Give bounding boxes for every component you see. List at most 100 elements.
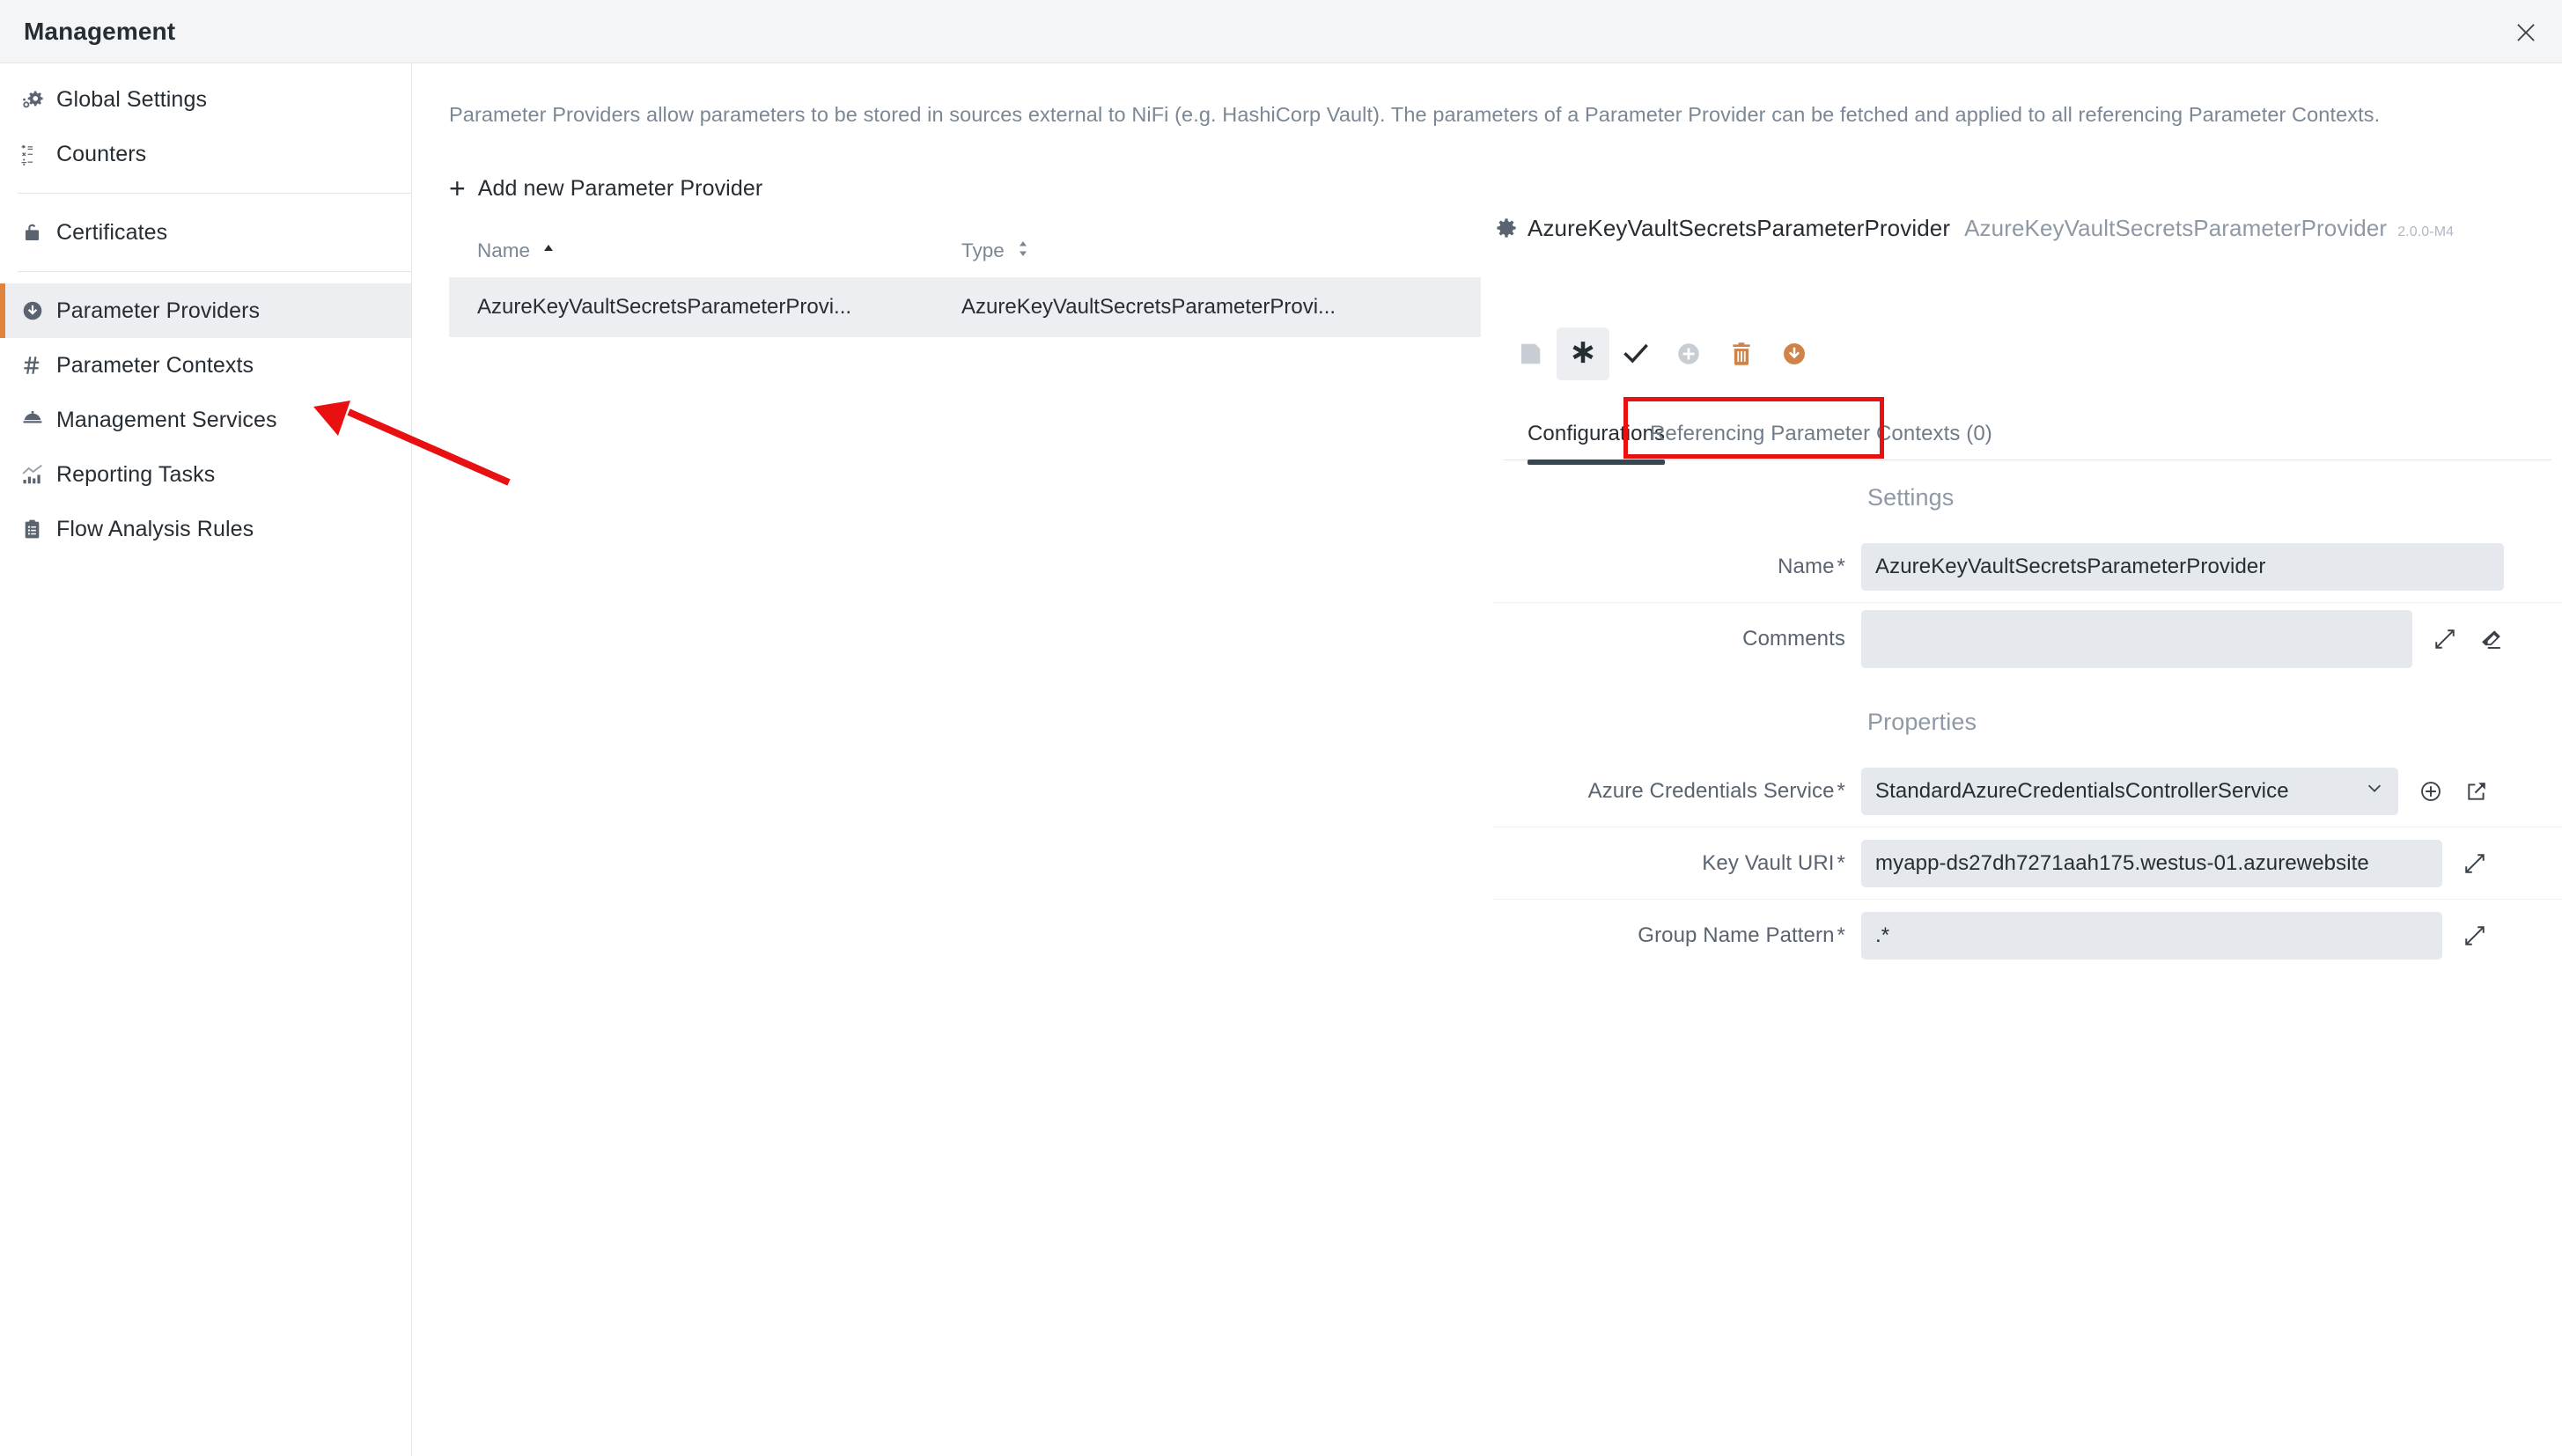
field-label-key-vault-uri: Key Vault URI * (1493, 851, 1861, 876)
table-header-row: Name Type (449, 239, 1481, 277)
sidebar-item-parameter-contexts[interactable]: Parameter Contexts (0, 338, 411, 393)
group-name-pattern-icons (2460, 921, 2490, 951)
field-label-key-vault-uri-text: Key Vault URI (1702, 850, 1835, 875)
sidebar-item-flow-analysis-rules[interactable]: Flow Analysis Rules (0, 502, 411, 556)
detail-tabs: Configurations Referencing Parameter Con… (1504, 397, 2551, 465)
field-control-group-name-pattern: .* (1861, 912, 2562, 960)
properties-section-title: Properties (1867, 709, 1977, 735)
detail-provider-name: AzureKeyVaultSecretsParameterProvider (1528, 215, 1951, 241)
add-parameter-provider-label: Add new Parameter Provider (477, 175, 763, 201)
counters-icon (21, 143, 56, 165)
sidebar-item-counters[interactable]: Counters (0, 127, 411, 181)
sidebar-item-label: Parameter Providers (56, 298, 261, 323)
azure-credentials-service-value: StandardAzureCredentialsControllerServic… (1875, 778, 2289, 803)
azure-credentials-service-icons (2416, 776, 2492, 806)
dialog-titlebar: Management (0, 0, 2562, 63)
required-marker: * (1837, 923, 1845, 947)
provider-detail-panel: AzureKeyVaultSecretsParameterProvider Az… (1493, 63, 2562, 1456)
field-control-key-vault-uri: myapp-ds27dh7271aah175.westus-01.azurewe… (1861, 839, 2562, 887)
service-bell-icon (21, 408, 56, 431)
chart-icon (21, 463, 56, 486)
plus-icon: + (449, 173, 466, 204)
dialog-title: Management (24, 17, 176, 45)
sidebar-item-certificates[interactable]: Certificates (0, 205, 411, 260)
field-control-name: AzureKeyVaultSecretsParameterProvider (1861, 542, 2562, 591)
field-label-comments-text: Comments (1742, 627, 1845, 651)
field-row-azure-credentials-service: Azure Credentials Service * StandardAzure… (1493, 755, 2562, 827)
delete-button[interactable] (1715, 327, 1768, 380)
column-header-name-label: Name (477, 239, 531, 261)
apply-button[interactable] (1609, 327, 1662, 380)
clipboard-icon (21, 518, 56, 540)
eraser-icon[interactable] (2476, 624, 2506, 654)
save-button[interactable] (1504, 327, 1557, 380)
fetch-button[interactable] (1768, 327, 1821, 380)
detail-header: AzureKeyVaultSecretsParameterProvider Az… (1493, 63, 2562, 242)
field-label-azure-credentials-service-text: Azure Credentials Service (1587, 778, 1835, 803)
main-content: Parameter Providers allow parameters to … (412, 63, 2380, 1456)
sidebar-item-parameter-providers[interactable]: Parameter Providers (0, 283, 411, 338)
add-button[interactable] (1662, 327, 1715, 380)
configuration-form: Settings Name * AzureKeyVaultSecretsParam… (1493, 484, 2562, 972)
name-input[interactable]: AzureKeyVaultSecretsParameterProvider (1861, 542, 2504, 591)
field-control-comments (1861, 610, 2562, 668)
tab-referencing-parameter-contexts[interactable]: Referencing Parameter Contexts (0) (1638, 408, 2005, 460)
field-label-azure-credentials-service: Azure Credentials Service * (1493, 779, 1861, 804)
sidebar-item-label: Reporting Tasks (56, 461, 216, 487)
expand-icon[interactable] (2460, 849, 2490, 879)
field-label-group-name-pattern-text: Group Name Pattern (1638, 923, 1835, 947)
field-control-azure-credentials-service: StandardAzureCredentialsControllerServic… (1861, 767, 2562, 815)
sidebar-item-label: Flow Analysis Rules (56, 516, 254, 541)
configure-button[interactable] (1557, 327, 1609, 380)
azure-credentials-service-select[interactable]: StandardAzureCredentialsControllerServic… (1861, 767, 2398, 815)
cell-provider-type: AzureKeyVaultSecretsParameterProvi... (961, 295, 1336, 320)
gear-icon (1496, 217, 1517, 242)
column-header-type[interactable]: Type (942, 239, 1481, 277)
group-name-pattern-input[interactable]: .* (1861, 912, 2442, 960)
sidebar-item-label: Counters (56, 141, 147, 166)
required-marker: * (1837, 554, 1845, 578)
field-label-comments: Comments (1493, 627, 1861, 651)
sort-none-icon (1017, 239, 1029, 262)
field-row-group-name-pattern: Group Name Pattern * .* (1493, 900, 2562, 972)
key-vault-uri-icons (2460, 849, 2490, 879)
key-vault-uri-input[interactable]: myapp-ds27dh7271aah175.westus-01.azurewe… (1861, 839, 2442, 887)
expand-icon[interactable] (2430, 624, 2460, 654)
plus-circle-outline-icon[interactable] (2416, 776, 2446, 806)
sidebar-divider (18, 193, 411, 194)
field-row-name: Name * AzureKeyVaultSecretsParameterProvi… (1493, 531, 2562, 603)
table-row[interactable]: AzureKeyVaultSecretsParameterProvi... Az… (449, 277, 1481, 338)
sidebar-item-reporting-tasks[interactable]: Reporting Tasks (0, 447, 411, 502)
cell-provider-name: AzureKeyVaultSecretsParameterProvi... (477, 295, 852, 320)
add-parameter-provider-button[interactable]: + Add new Parameter Provider (449, 174, 762, 202)
sort-ascending-icon (542, 239, 555, 262)
sidebar-item-label: Certificates (56, 219, 168, 245)
field-label-group-name-pattern: Group Name Pattern * (1493, 923, 1861, 948)
comments-input[interactable] (1861, 610, 2412, 668)
external-link-icon[interactable] (2462, 776, 2492, 806)
hash-icon (21, 354, 56, 377)
expand-icon[interactable] (2460, 921, 2490, 951)
download-circle-icon (21, 299, 56, 322)
close-icon[interactable] (2502, 9, 2550, 56)
field-label-name-text: Name (1778, 554, 1835, 578)
field-row-comments: Comments (1493, 603, 2562, 675)
sidebar-item-global-settings[interactable]: Global Settings (0, 72, 411, 127)
sidebar-item-label: Management Services (56, 407, 277, 432)
parameter-providers-table: Name Type AzureKeyVaultSecretsParameterP… (449, 239, 1481, 338)
chevron-down-icon (2365, 778, 2384, 804)
field-label-name: Name * (1493, 555, 1861, 579)
sidebar-item-label: Global Settings (56, 86, 208, 112)
detail-provider-version: 2.0.0-M4 (2397, 224, 2455, 239)
lock-icon (21, 222, 56, 244)
comments-field-icons (2430, 624, 2506, 654)
column-header-name[interactable]: Name (449, 239, 942, 277)
required-marker: * (1837, 850, 1845, 875)
sidebar-nav: Global Settings Counters Certificates Pa… (0, 63, 412, 1456)
management-dialog: Management Global Settings Counters Cert… (0, 0, 2562, 1456)
sidebar-item-label: Parameter Contexts (56, 352, 254, 378)
required-marker: * (1837, 778, 1845, 803)
sidebar-item-management-services[interactable]: Management Services (0, 393, 411, 447)
settings-gear-icon (21, 88, 56, 111)
field-row-key-vault-uri: Key Vault URI * myapp-ds27dh7271aah175.we… (1493, 827, 2562, 900)
